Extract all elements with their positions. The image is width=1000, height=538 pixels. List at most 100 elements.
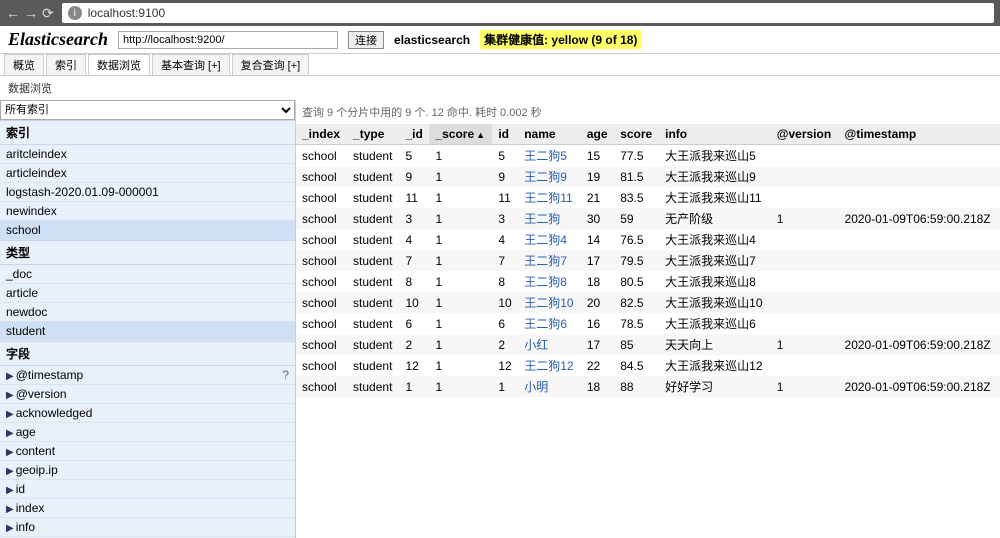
reload-icon[interactable]: ⟳ bbox=[42, 5, 54, 22]
connect-button[interactable]: 连接 bbox=[348, 31, 384, 49]
browser-bar: ← → ⟳ i localhost:9100 bbox=[0, 0, 1000, 26]
col-header[interactable]: name bbox=[518, 124, 581, 145]
table-cell bbox=[771, 313, 839, 334]
tab-0[interactable]: 概览 bbox=[4, 54, 44, 75]
col-header[interactable]: info bbox=[659, 124, 771, 145]
back-icon[interactable]: ← bbox=[6, 5, 20, 22]
table-cell: 19 bbox=[581, 166, 614, 187]
help-icon[interactable]: ? bbox=[282, 368, 289, 382]
tab-3[interactable]: 基本查询 [+] bbox=[152, 54, 230, 75]
table-cell: 王二狗10 bbox=[518, 292, 581, 313]
table-cell bbox=[771, 229, 839, 250]
table-row[interactable]: schoolstudent818王二狗81880.5大王派我来巡山8 bbox=[296, 271, 1000, 292]
sidebar-item-label: @timestamp bbox=[16, 368, 84, 382]
table-cell: 王二狗6 bbox=[518, 313, 581, 334]
table-cell: 83.5 bbox=[614, 187, 659, 208]
sidebar-item-label: newindex bbox=[6, 204, 57, 218]
sidebar-item[interactable]: logstash-2020.01.09-000001 bbox=[0, 183, 295, 202]
table-cell: 1 bbox=[429, 355, 492, 376]
sidebar-item[interactable]: article bbox=[0, 284, 295, 303]
table-cell bbox=[771, 145, 839, 167]
tab-1[interactable]: 索引 bbox=[46, 54, 86, 75]
table-cell: 1 bbox=[429, 229, 492, 250]
expand-icon: ▶ bbox=[6, 447, 14, 458]
sidebar-group-header: 类型 bbox=[0, 240, 295, 265]
sidebar-item[interactable]: ▶info bbox=[0, 518, 295, 537]
table-cell: student bbox=[347, 166, 399, 187]
table-cell: student bbox=[347, 208, 399, 229]
table-wrap: _index_type_id_score▲idnameagescoreinfo@… bbox=[296, 124, 1000, 538]
sidebar-item[interactable]: ▶age bbox=[0, 423, 295, 442]
table-cell: student bbox=[347, 145, 399, 167]
table-cell: 天天向上 bbox=[659, 334, 771, 355]
table-cell: 1 bbox=[771, 334, 839, 355]
table-cell: school bbox=[296, 292, 347, 313]
table-cell: 7 bbox=[399, 250, 429, 271]
table-row[interactable]: schoolstudent717王二狗71779.5大王派我来巡山7 bbox=[296, 250, 1000, 271]
table-cell bbox=[839, 166, 1000, 187]
col-header[interactable]: age bbox=[581, 124, 614, 145]
sidebar-item[interactable]: student bbox=[0, 322, 295, 341]
expand-icon: ▶ bbox=[6, 466, 14, 477]
col-header[interactable]: score bbox=[614, 124, 659, 145]
table-cell bbox=[839, 313, 1000, 334]
table-row[interactable]: schoolstudent919王二狗91981.5大王派我来巡山9 bbox=[296, 166, 1000, 187]
table-row[interactable]: schoolstudent212小红1785天天向上12020-01-09T06… bbox=[296, 334, 1000, 355]
col-header[interactable]: _index bbox=[296, 124, 347, 145]
url-bar[interactable]: i localhost:9100 bbox=[62, 3, 994, 23]
table-cell bbox=[839, 292, 1000, 313]
table-cell: 小红 bbox=[518, 334, 581, 355]
table-cell: 82.5 bbox=[614, 292, 659, 313]
col-header[interactable]: _id bbox=[399, 124, 429, 145]
table-cell: student bbox=[347, 376, 399, 397]
sidebar-item[interactable]: newindex bbox=[0, 202, 295, 221]
table-cell: 10 bbox=[492, 292, 518, 313]
table-cell: 9 bbox=[492, 166, 518, 187]
col-header[interactable]: @version bbox=[771, 124, 839, 145]
sidebar-item[interactable]: ▶geoip.ip bbox=[0, 461, 295, 480]
col-header[interactable]: _type bbox=[347, 124, 399, 145]
table-cell bbox=[771, 250, 839, 271]
table-cell: 4 bbox=[399, 229, 429, 250]
table-cell: 1 bbox=[429, 376, 492, 397]
expand-icon: ▶ bbox=[6, 485, 14, 496]
index-select[interactable]: 所有索引 bbox=[0, 100, 295, 120]
table-row[interactable]: schoolstudent515王二狗51577.5大王派我来巡山5 bbox=[296, 145, 1000, 167]
table-cell: 18 bbox=[581, 271, 614, 292]
sidebar-item[interactable]: ▶@timestamp? bbox=[0, 366, 295, 385]
table-row[interactable]: schoolstudent10110王二狗102082.5大王派我来巡山10 bbox=[296, 292, 1000, 313]
table-cell: school bbox=[296, 334, 347, 355]
col-header[interactable]: id bbox=[492, 124, 518, 145]
table-row[interactable]: schoolstudent111小明1888好好学习12020-01-09T06… bbox=[296, 376, 1000, 397]
table-cell: 8 bbox=[492, 271, 518, 292]
sidebar-item[interactable]: ▶acknowledged bbox=[0, 404, 295, 423]
table-row[interactable]: schoolstudent313王二狗3059无产阶级12020-01-09T0… bbox=[296, 208, 1000, 229]
sidebar-item[interactable]: ▶id bbox=[0, 480, 295, 499]
table-cell: 20 bbox=[581, 292, 614, 313]
sidebar-item-label: logstash-2020.01.09-000001 bbox=[6, 185, 159, 199]
cluster-url-input[interactable] bbox=[118, 31, 338, 49]
table-cell: 11 bbox=[399, 187, 429, 208]
sidebar-item[interactable]: newdoc bbox=[0, 303, 295, 322]
table-row[interactable]: schoolstudent11111王二狗112183.5大王派我来巡山11 bbox=[296, 187, 1000, 208]
tab-4[interactable]: 复合查询 [+] bbox=[232, 54, 310, 75]
sidebar-item[interactable]: school bbox=[0, 221, 295, 240]
sidebar-item[interactable]: ▶index bbox=[0, 499, 295, 518]
forward-icon[interactable]: → bbox=[24, 5, 38, 22]
table-cell: 4 bbox=[492, 229, 518, 250]
sidebar-item[interactable]: aritcleindex bbox=[0, 145, 295, 164]
table-row[interactable]: schoolstudent616王二狗61678.5大王派我来巡山6 bbox=[296, 313, 1000, 334]
col-header[interactable]: _score▲ bbox=[429, 124, 492, 145]
results-table: _index_type_id_score▲idnameagescoreinfo@… bbox=[296, 124, 1000, 397]
sidebar-group-header: 字段 bbox=[0, 341, 295, 366]
sidebar-item[interactable]: _doc bbox=[0, 265, 295, 284]
sidebar-item[interactable]: ▶@version bbox=[0, 385, 295, 404]
table-row[interactable]: schoolstudent414王二狗41476.5大王派我来巡山4 bbox=[296, 229, 1000, 250]
col-header[interactable]: @timestamp bbox=[839, 124, 1000, 145]
sidebar-item[interactable]: ▶content bbox=[0, 442, 295, 461]
tab-2[interactable]: 数据浏览 bbox=[88, 54, 150, 75]
table-cell: 2020-01-09T06:59:00.218Z bbox=[839, 376, 1000, 397]
table-cell: student bbox=[347, 355, 399, 376]
table-row[interactable]: schoolstudent12112王二狗122284.5大王派我来巡山12 bbox=[296, 355, 1000, 376]
sidebar-item[interactable]: articleindex bbox=[0, 164, 295, 183]
